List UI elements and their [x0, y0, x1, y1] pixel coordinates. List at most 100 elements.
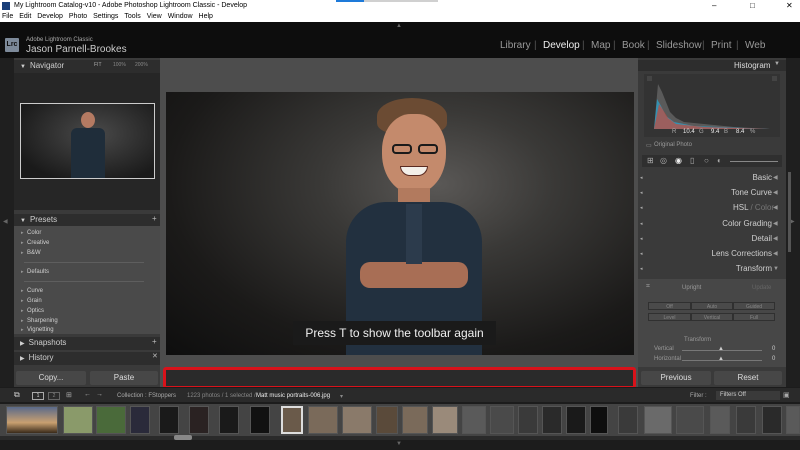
section-toggle-icon[interactable]: ◂: [640, 236, 643, 242]
upright-guided-button[interactable]: Guided: [733, 302, 775, 310]
add-snapshot-button[interactable]: +: [152, 337, 157, 346]
module-map[interactable]: Map: [591, 40, 610, 51]
vertical-value[interactable]: 0: [772, 346, 775, 352]
hidden-toolbar-highlight[interactable]: [163, 367, 636, 389]
filmstrip-thumbnail[interactable]: [542, 406, 562, 434]
filmstrip-thumbnail[interactable]: [518, 406, 538, 434]
preset-group-color[interactable]: Color: [21, 230, 41, 236]
shadow-clip-icon[interactable]: [647, 76, 652, 81]
section-toggle-icon[interactable]: ◂: [640, 251, 643, 257]
crop-tool-icon[interactable]: ⊞: [647, 156, 654, 165]
section-transform[interactable]: Transform: [736, 264, 772, 273]
filter-lock-icon[interactable]: ▣: [783, 391, 790, 399]
section-tone-curve[interactable]: Tone Curve: [731, 188, 772, 197]
menu-window[interactable]: Window: [168, 13, 193, 20]
module-library[interactable]: Library: [500, 40, 531, 51]
upright-auto-button[interactable]: Auto: [691, 302, 733, 310]
section-toggle-icon[interactable]: ◂: [640, 221, 643, 227]
nav-zoom-200[interactable]: 200%: [135, 62, 148, 68]
display-1-button[interactable]: 1: [32, 392, 44, 400]
filmstrip-thumbnail[interactable]: [342, 406, 372, 434]
filmstrip-thumbnail[interactable]: [566, 406, 586, 434]
highlight-clip-icon[interactable]: [772, 76, 777, 81]
copy-button[interactable]: Copy...: [16, 371, 86, 385]
clear-history-button[interactable]: ✕: [152, 352, 158, 360]
section-color-grading[interactable]: Color Grading: [722, 219, 772, 228]
filmstrip-thumbnail[interactable]: [786, 406, 800, 434]
preset-group-optics[interactable]: Optics: [21, 308, 44, 314]
menu-tools[interactable]: Tools: [124, 13, 140, 20]
filmstrip-thumbnail[interactable]: [710, 406, 730, 434]
preset-group-curve[interactable]: Curve: [21, 288, 43, 294]
collapse-triangle-icon[interactable]: ◀: [773, 189, 778, 196]
filmstrip-thumbnail[interactable]: [250, 406, 270, 434]
navigator-thumbnail[interactable]: [20, 103, 155, 179]
update-button[interactable]: Update: [752, 285, 771, 291]
filmstrip-thumbnail[interactable]: [308, 406, 338, 434]
tool-slider-track[interactable]: [730, 161, 778, 162]
section-basic[interactable]: Basic: [752, 173, 772, 182]
forward-arrow-icon[interactable]: →: [96, 391, 103, 398]
filmstrip-scroll-thumb[interactable]: [174, 435, 192, 440]
menu-settings[interactable]: Settings: [93, 13, 118, 20]
upright-full-button[interactable]: Full: [733, 313, 775, 321]
horizontal-slider-thumb-icon[interactable]: ▲: [718, 356, 724, 362]
horizontal-value[interactable]: 0: [772, 356, 775, 362]
section-toggle-icon[interactable]: ◂: [640, 190, 643, 196]
menu-file[interactable]: File: [2, 13, 13, 20]
section-toggle-icon[interactable]: ◂: [640, 175, 643, 181]
filmstrip-scrollbar[interactable]: [0, 436, 800, 440]
filmstrip-thumbnail[interactable]: [219, 406, 239, 434]
filename-dropdown-icon[interactable]: ▾: [340, 393, 343, 400]
redeye-tool-icon[interactable]: ◉: [675, 156, 682, 165]
filmstrip-thumbnail[interactable]: [490, 406, 514, 434]
right-panel-scrollbar[interactable]: [788, 172, 791, 252]
filmstrip-thumbnail[interactable]: [402, 406, 428, 434]
filmstrip-thumbnail[interactable]: [618, 406, 638, 434]
grid-view-icon[interactable]: ⊞: [66, 391, 72, 399]
module-develop[interactable]: Develop: [543, 40, 580, 51]
section-lens-corrections[interactable]: Lens Corrections: [712, 249, 772, 258]
filmstrip-thumbnail[interactable]: [590, 406, 608, 434]
collapse-triangle-icon[interactable]: ◀: [773, 235, 778, 242]
secondary-display-icon[interactable]: ⧉: [14, 390, 20, 400]
back-arrow-icon[interactable]: ←: [84, 391, 91, 398]
menu-develop[interactable]: Develop: [37, 13, 63, 20]
preset-group-defaults[interactable]: Defaults: [21, 269, 49, 275]
menu-help[interactable]: Help: [199, 13, 213, 20]
display-2-button[interactable]: 2: [48, 392, 60, 400]
spot-removal-icon[interactable]: ◎: [660, 156, 667, 165]
module-print[interactable]: Print: [711, 40, 732, 51]
filmstrip-thumbnail[interactable]: [644, 406, 672, 434]
paste-button[interactable]: Paste: [90, 371, 158, 385]
menu-view[interactable]: View: [147, 13, 162, 20]
collapse-triangle-icon[interactable]: ▼: [774, 61, 780, 67]
hsl-color-label[interactable]: / Color: [748, 203, 774, 212]
history-header[interactable]: ▶ History: [14, 352, 160, 365]
section-toggle-icon[interactable]: ◂: [640, 266, 643, 272]
transform-tool-icon[interactable]: ⌗: [646, 283, 650, 291]
module-web[interactable]: Web: [745, 40, 765, 51]
preset-group-sharpening[interactable]: Sharpening: [21, 318, 58, 324]
previous-button[interactable]: Previous: [641, 371, 711, 385]
bottom-panel-toggle-icon[interactable]: ▼: [396, 441, 402, 447]
section-toggle-icon[interactable]: ◂: [640, 205, 643, 211]
filmstrip-thumbnail[interactable]: [762, 406, 782, 434]
graduated-filter-icon[interactable]: ▯: [690, 156, 694, 165]
module-book[interactable]: Book: [622, 40, 645, 51]
nav-fit[interactable]: FIT: [94, 62, 102, 68]
selected-filename[interactable]: Matt music portraits-006.jpg: [256, 393, 330, 399]
section-detail[interactable]: Detail: [752, 234, 772, 243]
filmstrip-thumbnail[interactable]: [736, 406, 756, 434]
filter-dropdown[interactable]: Filters Off: [716, 391, 780, 400]
vertical-slider-thumb-icon[interactable]: ▲: [718, 346, 724, 352]
filmstrip-thumbnail[interactable]: [376, 406, 398, 434]
filmstrip-thumbnail-selected[interactable]: [281, 406, 303, 434]
collapse-triangle-icon[interactable]: ◀: [773, 174, 778, 181]
add-preset-button[interactable]: +: [152, 214, 157, 223]
filmstrip-thumbnail[interactable]: [676, 406, 704, 434]
histogram-graph[interactable]: [644, 74, 780, 137]
filmstrip-thumbnail[interactable]: [96, 406, 126, 434]
collapse-triangle-icon[interactable]: ◀: [773, 220, 778, 227]
filmstrip-thumbnail[interactable]: [159, 406, 179, 434]
